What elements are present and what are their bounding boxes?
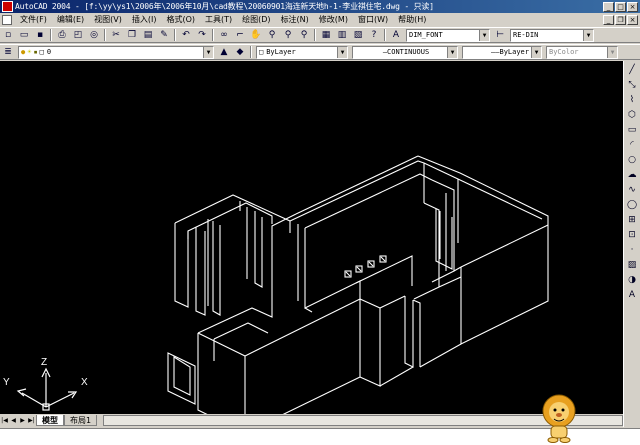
window-title: AutoCAD 2004 - [f:\yy\ys1\2006年\2006年10月…: [15, 2, 434, 11]
menu-tools[interactable]: 工具(T): [200, 14, 237, 25]
zoom-previous-icon[interactable]: ⚲: [297, 29, 311, 42]
circle-icon[interactable]: ○: [626, 154, 639, 166]
first-tab-icon[interactable]: |◀: [0, 415, 9, 426]
undo-icon[interactable]: ↶: [179, 29, 193, 42]
chevron-down-icon: ▼: [607, 46, 617, 58]
ellipse-icon[interactable]: ◯: [626, 199, 639, 211]
spline-icon[interactable]: ∿: [626, 184, 639, 196]
next-tab-icon[interactable]: ▶: [18, 415, 27, 426]
ucs-x-label: X: [81, 377, 88, 388]
lion-mascot-logo: [540, 393, 578, 443]
ucs-y-label: Y: [3, 377, 10, 388]
menu-help[interactable]: 帮助(H): [393, 14, 431, 25]
linetype-combo[interactable]: — CONTINUOUS ▼: [352, 45, 458, 59]
tool-palettes-icon[interactable]: ▧: [351, 29, 365, 42]
maximize-button[interactable]: □: [615, 1, 626, 12]
plotstyle-combo: ByColor ▼: [546, 45, 618, 59]
polyline-icon[interactable]: ⌇: [626, 94, 639, 106]
standard-toolbar: ▫ ▭ ▪ ⎙ ◰ ◎ ✂ ❐ ▤ ✎ ↶ ↷ ∞ ⌐ ✋ ⚲ ⚲ ⚲ ▦ ▥ …: [0, 27, 640, 43]
cut-icon[interactable]: ✂: [109, 29, 123, 42]
layout-tabs-bar: |◀ ◀ ▶ ▶| 模型 布局1: [0, 414, 623, 427]
design-center-icon[interactable]: ▥: [335, 29, 349, 42]
redo-icon[interactable]: ↷: [195, 29, 209, 42]
chevron-down-icon[interactable]: ▼: [531, 46, 541, 58]
color-combo[interactable]: □ ByLayer ▼: [256, 45, 348, 59]
make-object-layer-current-icon[interactable]: ▲: [217, 46, 231, 59]
chevron-down-icon[interactable]: ▼: [337, 46, 347, 58]
lightbulb-icon: ●: [21, 48, 26, 56]
tab-model[interactable]: 模型: [36, 415, 64, 426]
text-style-combo[interactable]: DIM_FONT ▼: [406, 28, 490, 42]
copy-icon[interactable]: ❐: [125, 29, 139, 42]
new-file-icon[interactable]: ▫: [1, 29, 15, 42]
drawing-canvas[interactable]: Z Y X: [0, 61, 623, 414]
autocad-app-icon[interactable]: [2, 1, 13, 12]
open-file-icon[interactable]: ▭: [17, 29, 31, 42]
match-properties-icon[interactable]: ✎: [157, 29, 171, 42]
menu-window[interactable]: 窗口(W): [353, 14, 393, 25]
title-bar: AutoCAD 2004 - [f:\yy\ys1\2006年\2006年10月…: [0, 0, 640, 13]
hatch-icon[interactable]: ▨: [626, 259, 639, 271]
menu-view[interactable]: 视图(V): [89, 14, 127, 25]
layer-manager-icon[interactable]: ≣: [1, 46, 15, 59]
help-icon[interactable]: ?: [367, 29, 381, 42]
publish-icon[interactable]: ◎: [87, 29, 101, 42]
menu-insert[interactable]: 插入(I): [127, 14, 162, 25]
hyperlink-icon[interactable]: ∞: [217, 29, 231, 42]
menu-file[interactable]: 文件(F): [15, 14, 52, 25]
paste-icon[interactable]: ▤: [141, 29, 155, 42]
arc-icon[interactable]: ◜: [626, 139, 639, 151]
zoom-window-icon[interactable]: ⚲: [281, 29, 295, 42]
chevron-down-icon[interactable]: ▼: [479, 29, 489, 41]
xline-icon[interactable]: ⤡: [626, 79, 639, 91]
text-style-icon[interactable]: A: [389, 29, 403, 42]
region-icon[interactable]: ◑: [626, 274, 639, 286]
tab-layout1[interactable]: 布局1: [64, 415, 98, 426]
pan-icon[interactable]: ✋: [249, 29, 263, 42]
save-icon[interactable]: ▪: [33, 29, 47, 42]
dim-style-combo[interactable]: RE-DIN ▼: [510, 28, 594, 42]
make-block-icon[interactable]: ⊡: [626, 229, 639, 241]
layer-combo[interactable]: ● ☀ ▪ □ 0 ▼: [18, 45, 214, 59]
print-preview-icon[interactable]: ◰: [71, 29, 85, 42]
print-icon[interactable]: ⎙: [55, 29, 69, 42]
revcloud-icon[interactable]: ☁: [626, 169, 639, 181]
point-icon[interactable]: ·: [626, 244, 639, 256]
properties-toolbar: ≣ ● ☀ ▪ □ 0 ▼ ▲ ◆ □ ByLayer ▼ — CONTINUO…: [0, 44, 640, 60]
insert-block-icon[interactable]: ⊞: [626, 214, 639, 226]
dim-style-icon[interactable]: ⊢: [493, 29, 507, 42]
ucs-icon[interactable]: ⌐: [233, 29, 247, 42]
polygon-icon[interactable]: ⬡: [626, 109, 639, 121]
menu-bar: 文件(F) 编辑(E) 视图(V) 插入(I) 格式(O) 工具(T) 绘图(D…: [0, 13, 640, 26]
minimize-button[interactable]: _: [603, 1, 614, 12]
doc-minimize-button[interactable]: _: [603, 14, 614, 25]
lock-icon: ▪: [33, 48, 38, 56]
close-button[interactable]: ×: [627, 1, 638, 12]
prev-tab-icon[interactable]: ◀: [9, 415, 18, 426]
doc-restore-button[interactable]: ❐: [615, 14, 626, 25]
doc-close-button[interactable]: ×: [627, 14, 638, 25]
sun-icon: ☀: [27, 48, 32, 56]
layer-previous-icon[interactable]: ◆: [233, 46, 247, 59]
menu-edit[interactable]: 编辑(E): [52, 14, 89, 25]
menu-format[interactable]: 格式(O): [161, 14, 200, 25]
last-tab-icon[interactable]: ▶|: [27, 415, 36, 426]
mtext-icon[interactable]: A: [626, 289, 639, 301]
menu-modify[interactable]: 修改(M): [314, 14, 353, 25]
lineweight-combo[interactable]: —— ByLayer ▼: [462, 45, 542, 59]
menu-dimension[interactable]: 标注(N): [276, 14, 314, 25]
rectangle-icon[interactable]: ▭: [626, 124, 639, 136]
color-swatch-icon: □: [259, 48, 264, 56]
document-icon[interactable]: [2, 14, 12, 25]
color-swatch-icon: □: [39, 48, 44, 56]
ucs-z-label: Z: [41, 357, 48, 368]
menu-draw[interactable]: 绘图(D): [237, 14, 275, 25]
chevron-down-icon[interactable]: ▼: [583, 29, 593, 41]
properties-icon[interactable]: ▦: [319, 29, 333, 42]
chevron-down-icon[interactable]: ▼: [447, 46, 457, 58]
zoom-realtime-icon[interactable]: ⚲: [265, 29, 279, 42]
chevron-down-icon[interactable]: ▼: [203, 46, 213, 58]
draw-toolbar: ╱ ⤡ ⌇ ⬡ ▭ ◜ ○ ☁ ∿ ◯ ⊞ ⊡ · ▨ ◑ A: [623, 61, 640, 427]
line-icon[interactable]: ╱: [626, 64, 639, 76]
